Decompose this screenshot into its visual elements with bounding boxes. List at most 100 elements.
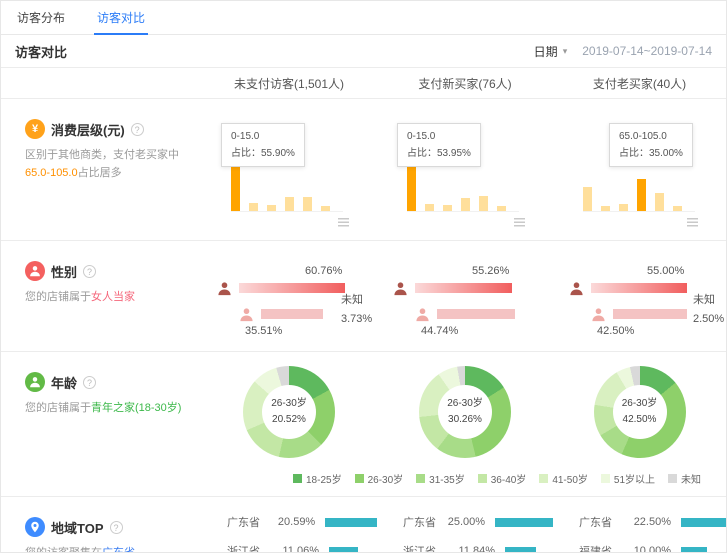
consume-chart-old-buyers[interactable]: 65.0-105.0 占比：35.00%: [553, 99, 726, 240]
donut-chart: 26-30岁 30.26%: [419, 366, 511, 458]
region-row: 广东省20.59%: [227, 514, 377, 530]
tab-visitor-compare[interactable]: 访客对比: [97, 1, 145, 34]
donut-chart: 26-30岁 42.50%: [594, 366, 686, 458]
tooltip-ratio: 占比：53.95%: [407, 145, 471, 162]
help-icon[interactable]: ?: [83, 376, 96, 389]
legend-label: 51岁以上: [614, 471, 655, 486]
region-percent: 20.59%: [271, 516, 315, 528]
consume-label-block: ¥ 消费层级(元) ? 区别于其他商类，支付老买家中 65.0-105.0占比居…: [1, 99, 201, 240]
legend-item[interactable]: 31-35岁: [416, 471, 465, 486]
unknown-group: 未知 3.73%: [341, 291, 372, 328]
age-desc-highlight: 青年之家(18-30岁): [91, 402, 181, 414]
donut-label: 26-30岁 20.52%: [243, 366, 335, 458]
consume-chart-new-buyers[interactable]: 0-15.0 占比：53.95%: [377, 99, 553, 240]
person-icon: [25, 261, 45, 281]
date-range-value[interactable]: 2019-07-14~2019-07-14: [582, 44, 712, 58]
bar: [655, 193, 664, 211]
donut-age-label: 26-30岁: [447, 396, 483, 412]
location-pin-icon: [25, 517, 45, 537]
male-percent: 35.51%: [245, 325, 282, 337]
legend-item[interactable]: 26-30岁: [355, 471, 404, 486]
legend-label: 41-50岁: [552, 471, 588, 486]
tooltip-ratio: 占比：35.00%: [619, 145, 683, 162]
section-region-top: 地域TOP ? 您的访客聚集在广东省 广东省20.59%浙江省11.06% 广东…: [1, 497, 726, 553]
legend-item[interactable]: 18-25岁: [293, 471, 342, 486]
donut-chart: 26-30岁 20.52%: [243, 366, 335, 458]
unknown-label: 未知: [341, 291, 372, 310]
region-percent: 25.00%: [444, 516, 485, 528]
gender-chart-new-buyers[interactable]: 55.26% 44.74%: [377, 241, 553, 351]
region-bar: [505, 547, 536, 553]
tooltip-range: 0-15.0: [407, 128, 471, 145]
age-legend: 18-25岁 26-30岁 31-35岁 36-40岁 41-50岁 51岁以上 未知: [293, 471, 701, 486]
help-icon[interactable]: ?: [131, 123, 144, 136]
tab-visitor-distribution[interactable]: 访客分布: [17, 1, 65, 34]
legend-swatch-icon: [416, 474, 425, 483]
legend-label: 36-40岁: [491, 471, 527, 486]
bar: [407, 162, 416, 211]
column-header-new-buyers: 支付新买家(76人): [377, 75, 553, 92]
bar: [285, 197, 294, 211]
bar: [303, 197, 312, 211]
region-name: 广东省: [227, 514, 271, 530]
legend-label: 18-25岁: [306, 471, 342, 486]
yen-icon: ¥: [25, 119, 45, 139]
donut-percent: 30.26%: [448, 412, 482, 428]
bar-group: [407, 162, 519, 212]
legend-swatch-icon: [668, 474, 677, 483]
donut-age-label: 26-30岁: [622, 396, 658, 412]
female-bar: [415, 283, 512, 293]
male-icon: [239, 307, 254, 322]
legend-swatch-icon: [355, 474, 364, 483]
region-section-title: 地域TOP: [51, 518, 104, 537]
tab-bar: 访客分布 访客对比: [1, 1, 726, 35]
legend-item[interactable]: 51岁以上: [601, 471, 655, 486]
page-title: 访客对比: [15, 42, 67, 61]
consume-chart-unpaid[interactable]: 0-15.0 占比：55.90%: [201, 99, 377, 240]
bar: [583, 187, 592, 211]
region-bar: [495, 518, 553, 527]
bar-group: [583, 179, 695, 212]
male-percent: 44.74%: [421, 325, 458, 337]
bar: [601, 206, 610, 211]
region-percent: 22.50%: [625, 516, 671, 528]
axis-more-icon: [687, 218, 698, 228]
help-icon[interactable]: ?: [83, 265, 96, 278]
age-section-title: 年龄: [51, 373, 77, 392]
region-list-new-buyers[interactable]: 广东省25.00%浙江省11.84%: [377, 497, 553, 553]
male-bar: [437, 309, 515, 319]
consume-desc-line1: 区别于其他商类，支付老买家中: [25, 148, 195, 164]
region-desc-highlight: 广东省: [102, 547, 135, 553]
male-icon: [415, 307, 430, 322]
legend-swatch-icon: [293, 474, 302, 483]
region-list-unpaid[interactable]: 广东省20.59% 浙江省11.06%: [201, 497, 377, 553]
female-percent: 60.76%: [305, 265, 342, 277]
age-desc: 您的店铺属于青年之家(18-30岁): [25, 401, 195, 417]
male-percent: 42.50%: [597, 325, 634, 337]
region-row: 浙江省11.84%: [403, 543, 553, 553]
help-icon[interactable]: ?: [110, 521, 123, 534]
region-row: 浙江省11.06%: [227, 543, 377, 553]
gender-section-title: 性别: [51, 262, 77, 281]
section-consume-level: ¥ 消费层级(元) ? 区别于其他商类，支付老买家中 65.0-105.0占比居…: [1, 99, 726, 241]
gender-chart-unpaid[interactable]: 60.76% 35.51% 未知 3.73%: [201, 241, 377, 351]
legend-item[interactable]: 36-40岁: [478, 471, 527, 486]
region-percent: 11.06%: [273, 545, 319, 553]
axis-more-icon: [514, 218, 525, 228]
consume-desc-suffix: 占比居多: [78, 167, 122, 179]
age-desc-prefix: 您的店铺属于: [25, 402, 91, 414]
bar: [673, 206, 682, 211]
bar: [497, 206, 506, 211]
bar: [267, 205, 276, 211]
legend-item[interactable]: 未知: [668, 471, 701, 486]
region-list-old-buyers[interactable]: 广东省22.50%福建省10.00%: [553, 497, 727, 553]
bar: [249, 203, 258, 211]
date-filter-label[interactable]: 日期: [534, 43, 558, 60]
unknown-group: 未知 2.50%: [693, 291, 724, 328]
bar: [231, 161, 240, 211]
legend-label: 未知: [681, 471, 701, 486]
unknown-label: 未知: [693, 291, 724, 310]
gender-chart-old-buyers[interactable]: 55.00% 42.50% 未知 2.50%: [553, 241, 726, 351]
region-label-block: 地域TOP ? 您的访客聚集在广东省: [1, 497, 201, 553]
legend-item[interactable]: 41-50岁: [539, 471, 588, 486]
